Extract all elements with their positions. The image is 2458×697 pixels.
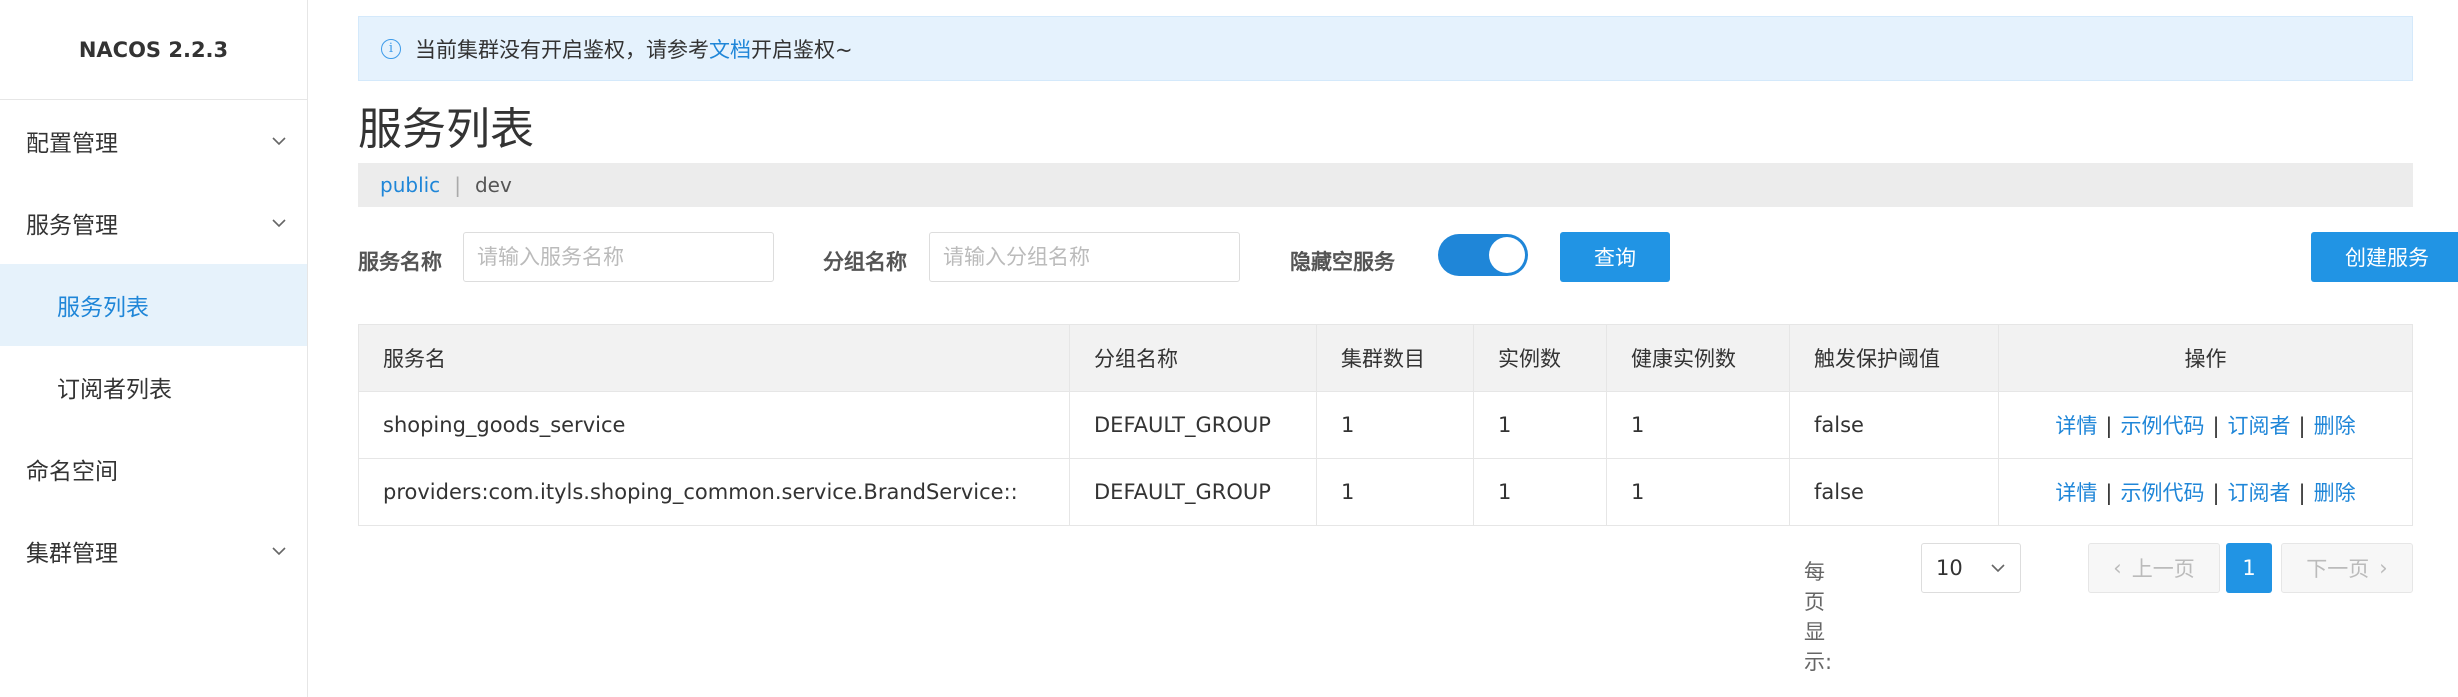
- op-separator: |: [2298, 481, 2306, 505]
- sidebar-item-service-list[interactable]: 服务列表: [0, 264, 307, 346]
- table-header-row: 服务名 分组名称 集群数目 实例数 健康实例数 触发保护阈值 操作: [358, 324, 2413, 392]
- brand-logo: NACOS 2.2.3: [0, 0, 307, 100]
- sidebar-item-service-management[interactable]: 服务管理: [0, 182, 307, 264]
- chevron-right-icon: ›: [2379, 556, 2388, 580]
- page-title: 服务列表: [358, 104, 534, 155]
- cell-operations: 详情 | 示例代码 | 订阅者 | 删除: [1998, 391, 2413, 459]
- namespace-separator: |: [454, 173, 461, 197]
- cell-cluster-count: 1: [1316, 391, 1474, 459]
- col-instance-count: 实例数: [1473, 324, 1607, 392]
- op-separator: |: [2105, 481, 2113, 505]
- namespace-dev[interactable]: dev: [475, 173, 512, 197]
- table-row: shoping_goods_service DEFAULT_GROUP 1 1 …: [358, 391, 2413, 459]
- next-page-label: 下一页: [2306, 557, 2370, 581]
- sidebar-item-namespace[interactable]: 命名空间: [0, 428, 307, 510]
- create-service-button[interactable]: 创建服务: [2311, 232, 2458, 282]
- op-separator: |: [2298, 414, 2306, 438]
- prev-page-button[interactable]: ‹ 上一页: [2088, 543, 2220, 593]
- col-service-name: 服务名: [358, 324, 1070, 392]
- op-separator: |: [2212, 414, 2220, 438]
- group-name-label: 分组名称: [823, 250, 907, 274]
- sidebar-item-label: 服务列表: [57, 295, 149, 321]
- op-separator: |: [2212, 481, 2220, 505]
- delete-link[interactable]: 删除: [2314, 481, 2356, 505]
- col-cluster-count: 集群数目: [1316, 324, 1474, 392]
- col-group-name: 分组名称: [1069, 324, 1317, 392]
- detail-link[interactable]: 详情: [2055, 481, 2097, 505]
- filter-bar: 服务名称 分组名称 隐藏空服务 查询 创建服务: [358, 232, 2458, 284]
- hide-empty-toggle[interactable]: [1438, 234, 1528, 276]
- sidebar-item-label: 集群管理: [26, 541, 118, 567]
- sidebar-item-label: 订阅者列表: [57, 377, 172, 403]
- per-page-value: 10: [1936, 556, 1963, 580]
- service-name-label: 服务名称: [358, 250, 442, 274]
- cell-healthy-count: 1: [1606, 458, 1790, 526]
- cell-healthy-count: 1: [1606, 391, 1790, 459]
- sidebar-item-label: 服务管理: [26, 213, 118, 239]
- cell-operations: 详情 | 示例代码 | 订阅者 | 删除: [1998, 458, 2413, 526]
- next-page-button[interactable]: 下一页 ›: [2281, 543, 2413, 593]
- chevron-down-icon: [272, 219, 286, 228]
- chevron-left-icon: ‹: [2113, 556, 2122, 580]
- hide-empty-label: 隐藏空服务: [1290, 250, 1395, 274]
- cell-cluster-count: 1: [1316, 458, 1474, 526]
- chevron-down-icon: [272, 137, 286, 146]
- cell-group-name: DEFAULT_GROUP: [1069, 458, 1317, 526]
- sidebar-menu: 配置管理 服务管理 服务列表 订阅者列表 命名空间 集群管理: [0, 100, 307, 697]
- cell-instance-count: 1: [1473, 458, 1607, 526]
- subscribers-link[interactable]: 订阅者: [2228, 414, 2291, 438]
- col-protect-threshold: 触发保护阈值: [1789, 324, 1999, 392]
- sample-code-link[interactable]: 示例代码: [2120, 414, 2204, 438]
- namespace-public[interactable]: public: [380, 173, 440, 197]
- alert-doc-link[interactable]: 文档: [709, 34, 751, 64]
- group-name-input[interactable]: [929, 232, 1240, 282]
- service-table: 服务名 分组名称 集群数目 实例数 健康实例数 触发保护阈值 操作 shopin…: [358, 324, 2413, 526]
- per-page-label: 每页显示:: [1804, 560, 1833, 674]
- sidebar-item-label: 配置管理: [26, 131, 118, 157]
- cell-instance-count: 1: [1473, 391, 1607, 459]
- op-separator: |: [2105, 414, 2113, 438]
- info-icon: i: [381, 38, 401, 59]
- detail-link[interactable]: 详情: [2055, 414, 2097, 438]
- alert-text-prefix: 当前集群没有开启鉴权，请参考: [415, 37, 709, 62]
- cell-protect-threshold: false: [1789, 391, 1999, 459]
- cell-service-name: providers:com.ityls.shoping_common.servi…: [358, 458, 1070, 526]
- cell-protect-threshold: false: [1789, 458, 1999, 526]
- auth-alert: i 当前集群没有开启鉴权，请参考 文档 开启鉴权~: [358, 16, 2413, 81]
- sidebar-item-subscriber-list[interactable]: 订阅者列表: [0, 346, 307, 428]
- query-button[interactable]: 查询: [1560, 232, 1670, 282]
- main-content: i 当前集群没有开启鉴权，请参考 文档 开启鉴权~ 服务列表 public | de…: [308, 0, 2458, 697]
- sample-code-link[interactable]: 示例代码: [2120, 481, 2204, 505]
- col-healthy-instance-count: 健康实例数: [1606, 324, 1790, 392]
- chevron-down-icon: [272, 547, 286, 556]
- subscribers-link[interactable]: 订阅者: [2228, 481, 2291, 505]
- sidebar-item-cluster-management[interactable]: 集群管理: [0, 510, 307, 592]
- sidebar-item-config-management[interactable]: 配置管理: [0, 100, 307, 182]
- col-operations: 操作: [1998, 324, 2413, 392]
- namespace-switcher: public | dev: [358, 163, 2413, 207]
- prev-page-label: 上一页: [2131, 557, 2195, 581]
- sidebar-item-label: 命名空间: [26, 459, 118, 485]
- current-page-button[interactable]: 1: [2226, 543, 2272, 593]
- toggle-knob: [1489, 237, 1525, 273]
- service-name-input[interactable]: [463, 232, 774, 282]
- sidebar: NACOS 2.2.3 配置管理 服务管理 服务列表 订阅者列表 命名空间 集群…: [0, 0, 308, 697]
- cell-service-name: shoping_goods_service: [358, 391, 1070, 459]
- per-page-select[interactable]: 10: [1921, 543, 2021, 593]
- table-row: providers:com.ityls.shoping_common.servi…: [358, 458, 2413, 526]
- alert-text-suffix: 开启鉴权~: [751, 37, 853, 62]
- cell-group-name: DEFAULT_GROUP: [1069, 391, 1317, 459]
- delete-link[interactable]: 删除: [2314, 414, 2356, 438]
- chevron-down-icon: [1991, 564, 2005, 573]
